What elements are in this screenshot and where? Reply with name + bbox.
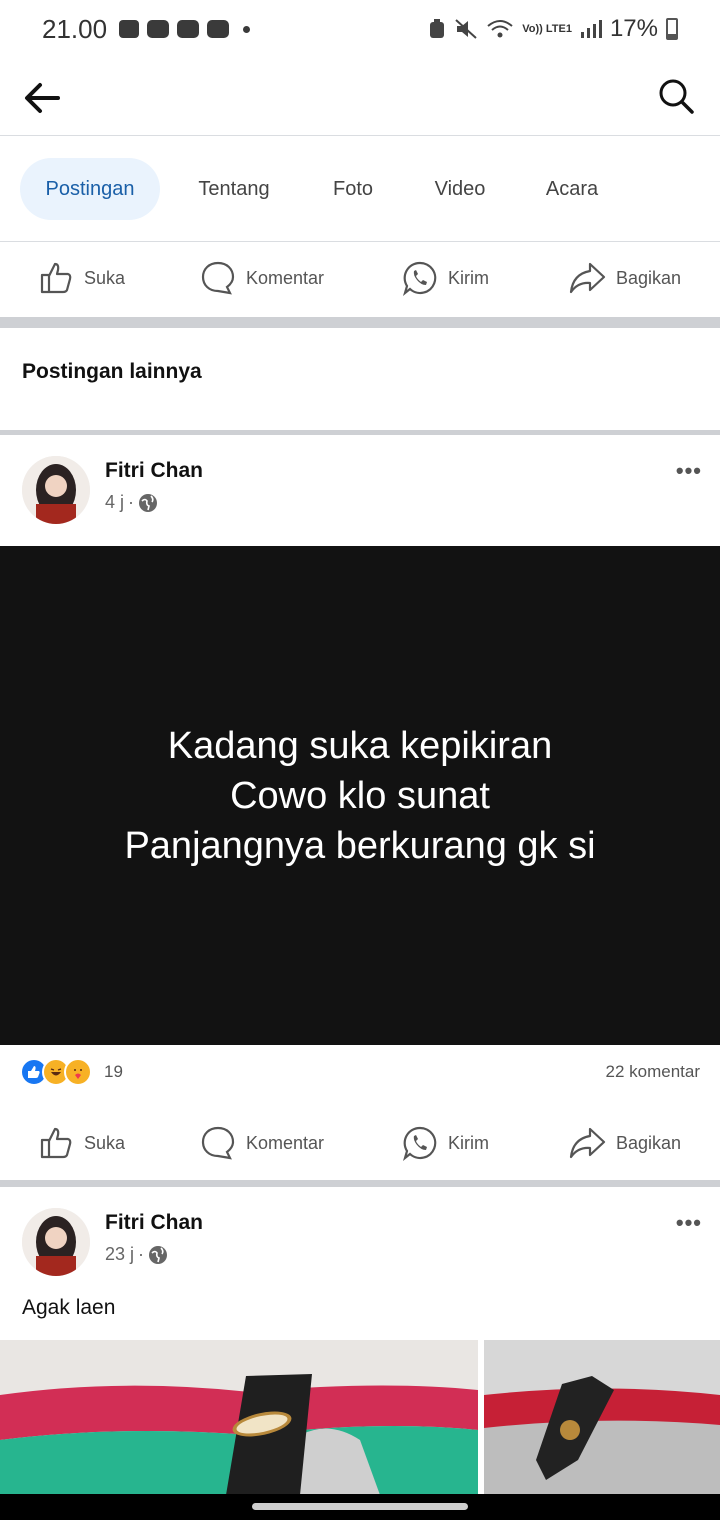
post-action-bar: Suka Komentar Kirim Bagikan <box>0 1107 720 1181</box>
profile-tabs: Postingan Tentang Foto Video Acara <box>0 136 720 242</box>
thumbs-up-icon <box>40 262 72 294</box>
youtube-notification-icon <box>207 20 230 38</box>
search-button[interactable] <box>656 76 696 116</box>
send-button[interactable]: Kirim <box>402 1123 489 1163</box>
network-label: Vo)) LTE1 <box>522 23 572 35</box>
share-label: Bagikan <box>616 267 682 288</box>
page-header <box>0 58 720 136</box>
post-author[interactable]: Fitri Chan <box>105 459 203 483</box>
thumbs-up-icon <box>40 1127 72 1159</box>
comment-button[interactable]: Komentar <box>200 1123 324 1163</box>
youtube-notification-icon <box>177 20 200 38</box>
section-divider <box>0 430 720 435</box>
like-label: Suka <box>84 1132 126 1153</box>
care-reaction-icon <box>64 1058 92 1086</box>
battery-percent: 17% <box>609 15 658 42</box>
share-label: Bagikan <box>616 1132 682 1153</box>
tab-tentang[interactable]: Tentang <box>172 158 296 220</box>
whatsapp-icon <box>402 261 437 296</box>
chat-notification-icon <box>119 20 140 38</box>
section-divider <box>0 317 720 328</box>
comment-count[interactable]: 22 komentar <box>606 1062 701 1082</box>
whatsapp-icon <box>402 1126 437 1161</box>
text-post-background[interactable]: Kadang suka kepikiran Cowo klo sunat Pan… <box>0 546 720 1045</box>
mute-icon <box>455 19 477 39</box>
send-label: Kirim <box>448 267 489 288</box>
avatar[interactable] <box>22 456 90 524</box>
like-button[interactable]: Suka <box>38 1123 125 1163</box>
alarm-icon <box>430 19 445 38</box>
share-arrow-icon <box>569 262 606 294</box>
post-author[interactable]: Fitri Chan <box>105 1211 203 1235</box>
more-options-icon[interactable]: ••• <box>676 1210 702 1236</box>
more-notifications-icon <box>243 25 251 33</box>
battery-icon <box>666 18 678 40</box>
globe-icon <box>149 1245 168 1264</box>
comment-bubble-icon <box>201 1126 235 1160</box>
avatar[interactable] <box>22 1208 90 1276</box>
comment-button[interactable]: Komentar <box>200 258 324 298</box>
share-arrow-icon <box>569 1127 606 1159</box>
share-button[interactable]: Bagikan <box>568 258 681 298</box>
youtube-notification-icon <box>147 20 170 38</box>
send-label: Kirim <box>448 1132 489 1153</box>
tab-acara[interactable]: Acara <box>522 158 622 220</box>
reaction-count: 19 <box>104 1062 123 1081</box>
tab-postingan[interactable]: Postingan <box>20 158 160 220</box>
send-button[interactable]: Kirim <box>402 258 489 298</box>
comment-label: Komentar <box>246 1132 325 1153</box>
globe-icon <box>139 493 158 512</box>
comment-bubble-icon <box>201 261 235 295</box>
reactions-summary[interactable]: 19 <box>20 1058 123 1086</box>
signal-icon <box>580 20 602 38</box>
share-button[interactable]: Bagikan <box>568 1123 681 1163</box>
status-time: 21.00 <box>42 13 108 44</box>
home-gesture-handle[interactable] <box>252 1503 468 1510</box>
post-meta: 4 j · <box>105 492 158 513</box>
section-divider <box>0 1180 720 1187</box>
post-time: 23 j <box>105 1244 135 1264</box>
like-label: Suka <box>84 267 126 288</box>
system-navigation-bar <box>0 1494 720 1520</box>
tab-foto[interactable]: Foto <box>308 158 398 220</box>
comment-label: Komentar <box>246 267 325 288</box>
like-button[interactable]: Suka <box>38 258 125 298</box>
post-caption: Agak laen <box>22 1296 116 1319</box>
post-action-bar: Suka Komentar Kirim Bagikan <box>0 242 720 316</box>
meta-separator: · <box>128 492 135 512</box>
search-icon <box>659 79 694 114</box>
status-bar: 21.00 Vo)) LTE1 17% <box>0 0 720 58</box>
arrow-left-icon <box>25 83 60 113</box>
back-button[interactable] <box>20 76 64 120</box>
post-photo[interactable] <box>484 1340 720 1495</box>
post-text: Kadang suka kepikiran Cowo klo sunat Pan… <box>124 724 596 867</box>
wifi-icon <box>487 20 513 38</box>
tab-video[interactable]: Video <box>412 158 508 220</box>
post-time: 4 j <box>105 492 125 512</box>
post-meta: 23 j · <box>105 1244 168 1265</box>
more-options-icon[interactable]: ••• <box>676 458 702 484</box>
post-photo[interactable] <box>0 1340 478 1495</box>
section-title: Postingan lainnya <box>22 360 202 383</box>
meta-separator: · <box>138 1244 145 1264</box>
